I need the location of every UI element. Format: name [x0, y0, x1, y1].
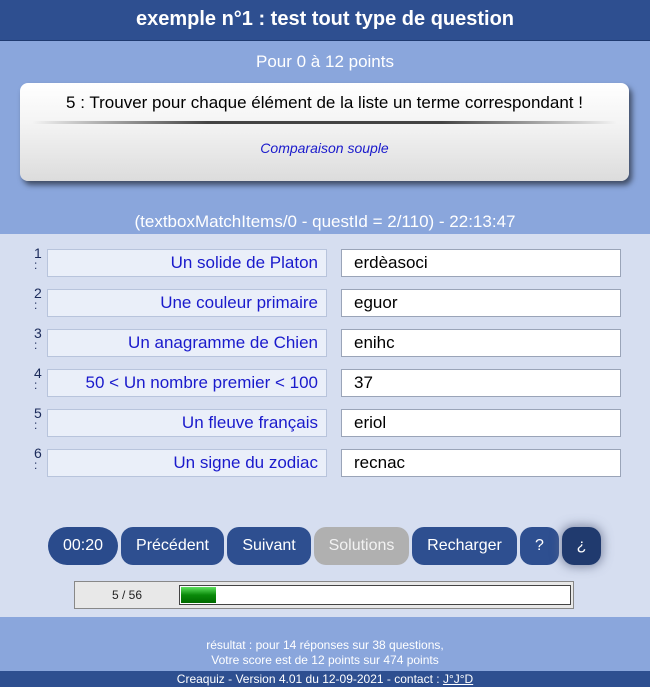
- app-title: exemple n°1 : test tout type de question: [0, 0, 650, 41]
- row-label: Un fleuve français: [47, 409, 327, 437]
- answer-input[interactable]: eguor: [341, 289, 621, 317]
- result-line-1: résultat : pour 14 réponses sur 38 quest…: [206, 638, 444, 652]
- question-meta: (textboxMatchItems/0 - questId = 2/110) …: [134, 212, 516, 231]
- inverted-help-button[interactable]: ¿: [562, 527, 601, 565]
- contact-link[interactable]: J°J°D: [443, 672, 473, 686]
- row-number: 6:: [34, 445, 42, 472]
- answer-input[interactable]: eriol: [341, 409, 621, 437]
- match-row: 4: 50 < Un nombre premier < 100 37: [0, 366, 650, 398]
- row-label: Une couleur primaire: [47, 289, 327, 317]
- progress-track: [179, 585, 571, 605]
- previous-button[interactable]: Précédent: [121, 527, 224, 565]
- match-row: 5: Un fleuve français eriol: [0, 406, 650, 438]
- answer-input[interactable]: enihc: [341, 329, 621, 357]
- row-label: Un anagramme de Chien: [47, 329, 327, 357]
- result-text: résultat : pour 14 réponses sur 38 quest…: [0, 638, 650, 668]
- timer-button[interactable]: 00:20: [48, 527, 118, 565]
- row-number: 2:: [34, 285, 42, 312]
- answer-input[interactable]: erdèasoci: [341, 249, 621, 277]
- match-row: 3: Un anagramme de Chien enihc: [0, 326, 650, 358]
- progress-bar: 5 / 56: [74, 581, 574, 609]
- row-label: Un signe du zodiac: [47, 449, 327, 477]
- comparison-mode: Comparaison souple: [260, 140, 389, 156]
- progress-label: 5 / 56: [111, 588, 143, 602]
- match-row: 1: Un solide de Platon erdèasoci: [0, 246, 650, 278]
- match-row: 2: Une couleur primaire eguor: [0, 286, 650, 318]
- match-row: 6: Un signe du zodiac recnac: [0, 446, 650, 478]
- result-panel: résultat : pour 14 réponses sur 38 quest…: [0, 617, 650, 671]
- row-label: Un solide de Platon: [47, 249, 327, 277]
- footer: Creaquiz - Version 4.01 du 12-09-2021 - …: [0, 671, 650, 687]
- row-number: 1:: [34, 245, 42, 272]
- row-label: 50 < Un nombre premier < 100: [47, 369, 327, 397]
- solutions-button[interactable]: Solutions: [314, 527, 409, 565]
- answer-input[interactable]: recnac: [341, 449, 621, 477]
- next-button[interactable]: Suivant: [227, 527, 311, 565]
- result-line-2: Votre score est de 12 points sur 474 poi…: [211, 653, 439, 667]
- reload-button[interactable]: Recharger: [412, 527, 517, 565]
- divider: [32, 121, 617, 124]
- points-range: Pour 0 à 12 points: [256, 52, 394, 71]
- question-text: 5 : Trouver pour chaque élément de la li…: [66, 93, 583, 112]
- row-number: 4:: [34, 365, 42, 392]
- help-button[interactable]: ?: [520, 527, 559, 565]
- row-number: 5:: [34, 405, 42, 432]
- footer-text: Creaquiz - Version 4.01 du 12-09-2021 - …: [176, 672, 443, 686]
- question-panel: 5 : Trouver pour chaque élément de la li…: [20, 83, 629, 181]
- navigation-bar: 00:20 Précédent Suivant Solutions Rechar…: [0, 527, 650, 565]
- row-number: 3:: [34, 325, 42, 352]
- answer-input[interactable]: 37: [341, 369, 621, 397]
- progress-fill: [181, 587, 216, 603]
